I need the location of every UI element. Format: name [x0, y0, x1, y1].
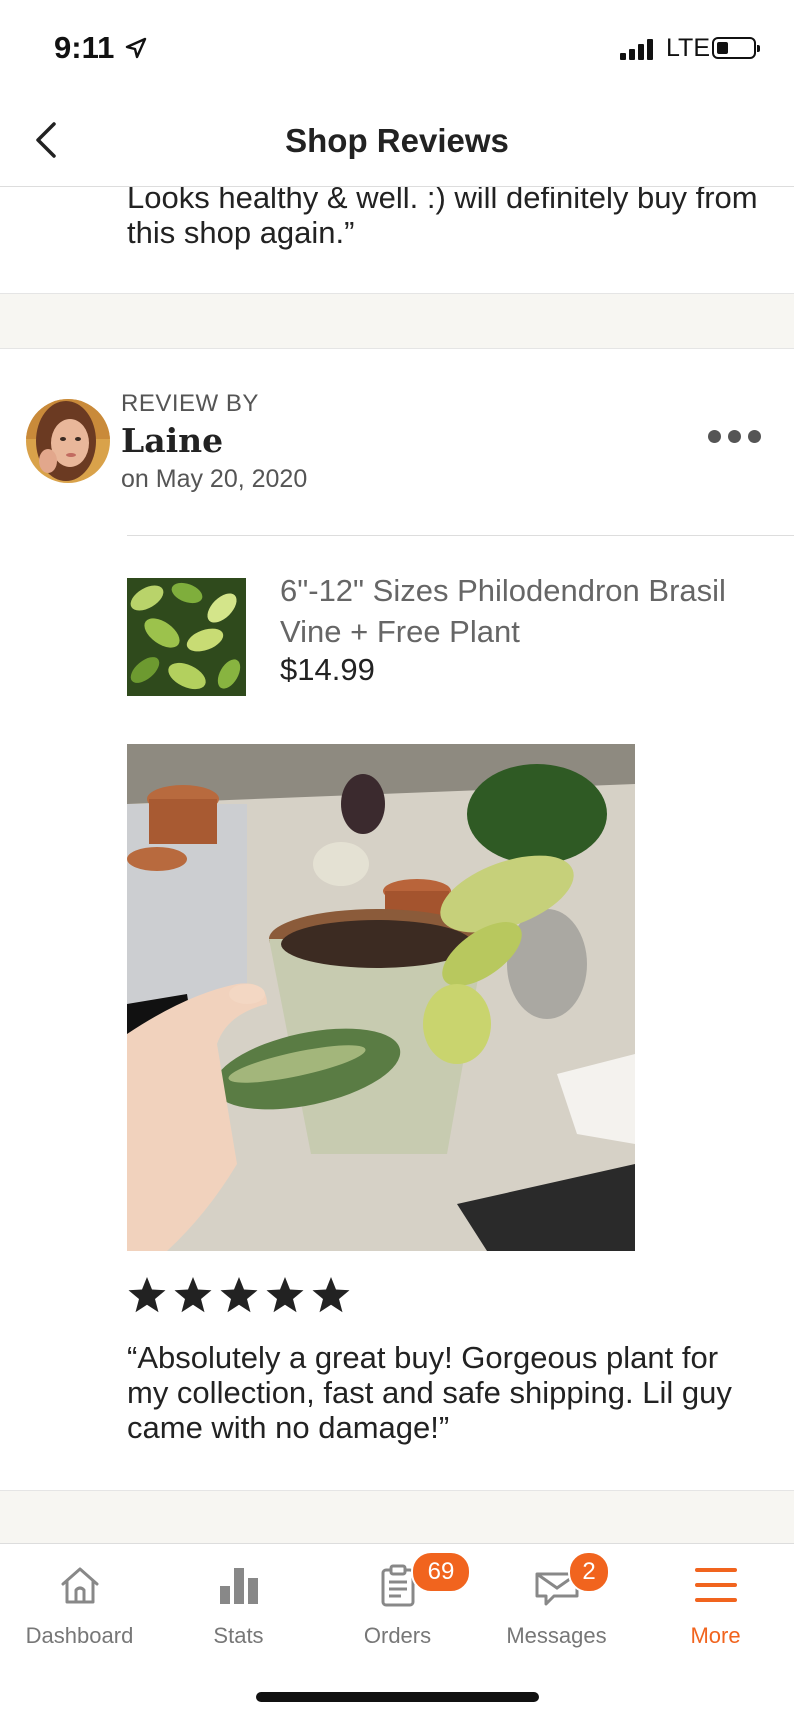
section-separator [0, 293, 794, 349]
orders-badge: 69 [411, 1551, 471, 1593]
location-arrow-icon [125, 37, 147, 59]
divider [127, 535, 794, 536]
menu-icon [694, 1568, 737, 1602]
page-title: Shop Reviews [285, 122, 509, 159]
star-icon [220, 1277, 258, 1313]
review-by-label: REVIEW BY [121, 390, 259, 417]
home-indicator[interactable] [256, 1692, 539, 1702]
tab-stats-label: Stats [213, 1623, 264, 1648]
reviewer-photo [26, 399, 110, 483]
tab-dashboard[interactable]: Dashboard [0, 1562, 159, 1662]
navigation-bar: Shop Reviews [0, 100, 794, 187]
review-text: “Absolutely a great buy! Gorgeous plant … [127, 1340, 732, 1445]
section-separator [0, 1490, 794, 1544]
status-bar: 9:11 LTE [0, 0, 794, 100]
tab-more[interactable]: More [636, 1562, 794, 1662]
product-thumbnail[interactable] [127, 578, 246, 696]
product-price: $14.99 [280, 652, 375, 687]
star-icon [128, 1277, 166, 1313]
battery-icon [712, 37, 760, 59]
avatar[interactable] [26, 399, 110, 483]
star-icon [266, 1277, 304, 1313]
signal-strength-icon [620, 38, 653, 60]
previous-review-text: Looks healthy & well. :) will definitely… [127, 180, 758, 250]
more-options-icon[interactable] [708, 430, 761, 443]
reviewer-name[interactable]: Laine [121, 421, 223, 460]
star-rating [127, 1275, 351, 1315]
tab-more-label: More [690, 1623, 741, 1648]
tab-stats[interactable]: Stats [159, 1562, 318, 1662]
tab-messages[interactable]: Messages [477, 1562, 636, 1662]
home-icon [61, 1567, 98, 1604]
status-time: 9:11 [54, 30, 115, 65]
review-photo[interactable] [127, 744, 635, 1251]
tab-messages-label: Messages [506, 1623, 607, 1648]
messages-badge: 2 [568, 1551, 610, 1593]
bar-chart-icon [219, 1568, 258, 1604]
star-icon [174, 1277, 212, 1313]
tab-dashboard-label: Dashboard [25, 1623, 134, 1648]
tab-orders-label: Orders [363, 1623, 432, 1648]
network-type: LTE [666, 34, 710, 62]
review-date: on May 20, 2020 [121, 465, 308, 493]
product-title[interactable]: 6"-12" Sizes Philodendron Brasil Vine + … [280, 570, 760, 652]
star-icon [312, 1277, 350, 1313]
